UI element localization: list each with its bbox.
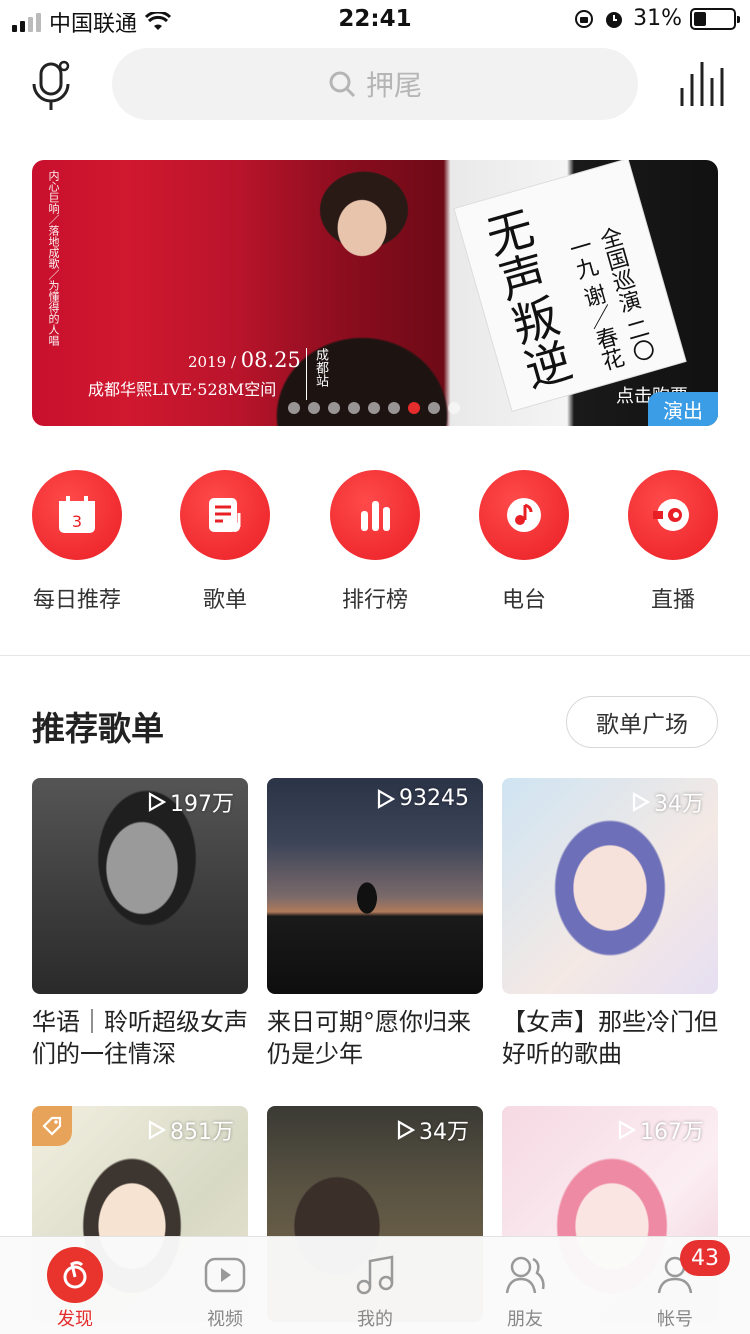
pagination-dot[interactable] <box>288 402 300 414</box>
top-header: 押尾 <box>0 44 750 124</box>
quick-label: 电台 <box>501 588 546 613</box>
search-input[interactable]: 押尾 <box>112 48 638 120</box>
section-title: 推荐歌单 <box>32 709 164 748</box>
quick-playlist[interactable]: 歌单 <box>160 470 290 614</box>
section-divider <box>0 655 750 656</box>
tag-icon <box>32 1106 72 1146</box>
battery-icon <box>690 7 740 30</box>
tab-mine[interactable]: 我的 <box>300 1237 450 1334</box>
search-icon <box>329 71 356 98</box>
tab-label: 朋友 <box>507 1309 543 1330</box>
pagination-dot[interactable] <box>408 402 420 414</box>
banner-venue: 成都华熙LIVE·528M空间 <box>88 380 277 399</box>
playlist-card[interactable]: 34万 【女声】那些冷门但好听的歌曲 <box>502 778 718 1070</box>
play-count: 851万 <box>148 1114 234 1146</box>
svg-text:3: 3 <box>72 512 82 531</box>
tab-discover[interactable]: 发现 <box>0 1237 150 1334</box>
banner-station: 成都站 <box>306 348 330 400</box>
tab-label: 视频 <box>207 1309 243 1330</box>
play-icon <box>397 1120 415 1140</box>
playlist-title: 【女声】那些冷门但好听的歌曲 <box>502 1008 718 1068</box>
quick-charts[interactable]: 排行榜 <box>310 470 440 614</box>
pagination-dot[interactable] <box>328 402 340 414</box>
pagination-dot[interactable] <box>308 402 320 414</box>
live-icon <box>628 470 718 560</box>
quick-label: 每日推荐 <box>32 588 121 613</box>
radio-icon <box>479 470 569 560</box>
play-icon <box>148 1120 166 1140</box>
playlist-title: 华语｜聆听超级女声们的一往情深 <box>32 1008 248 1068</box>
play-icon <box>148 792 166 812</box>
playlist-cover: 197万 <box>32 778 248 994</box>
playlist-cover: 93245 <box>267 778 483 994</box>
playlist-icon <box>180 470 270 560</box>
playlist-card[interactable]: 93245 来日可期°愿你归来仍是少年 <box>267 778 483 1070</box>
play-count: 34万 <box>632 786 704 818</box>
banner-slogan: 内心巨响／落地成歌／为懂得的人唱 <box>47 170 60 346</box>
poster-subtitle: 全国巡演 二〇一九 谢／春花 <box>563 224 657 374</box>
quick-daily-recommend[interactable]: 3 每日推荐 <box>12 470 142 614</box>
netease-logo-icon <box>47 1247 103 1303</box>
quick-radio[interactable]: 电台 <box>459 470 589 614</box>
pagination-dot[interactable] <box>388 402 400 414</box>
friends-icon <box>497 1247 553 1303</box>
microphone-icon[interactable] <box>30 58 76 112</box>
tab-label: 我的 <box>357 1309 393 1330</box>
tab-friends[interactable]: 朋友 <box>450 1237 600 1334</box>
play-count: 93245 <box>377 786 469 811</box>
play-count: 197万 <box>148 786 234 818</box>
calendar-icon: 3 <box>32 470 122 560</box>
tab-video[interactable]: 视频 <box>150 1237 300 1334</box>
pagination-dot[interactable] <box>448 402 460 414</box>
tab-label: 帐号 <box>657 1309 693 1330</box>
tab-label: 发现 <box>57 1309 93 1330</box>
music-note-icon <box>347 1247 403 1303</box>
notification-badge: 43 <box>680 1240 730 1276</box>
playlist-card[interactable]: 197万 华语｜聆听超级女声们的一往情深 <box>32 778 248 1070</box>
play-count: 34万 <box>397 1114 469 1146</box>
quick-label: 歌单 <box>202 588 247 613</box>
bottom-tab-bar: 发现 视频 我的 朋友 帐号 <box>0 1236 750 1334</box>
playlist-cover: 34万 <box>502 778 718 994</box>
battery-percent: 31% <box>633 6 682 31</box>
pagination-dot[interactable] <box>428 402 440 414</box>
audio-bars-icon[interactable] <box>678 60 724 108</box>
banner-tag: 演出 <box>648 392 718 426</box>
poster-title: 无声叛逆 <box>474 202 578 395</box>
quick-label: 排行榜 <box>341 588 408 613</box>
playlist-title: 来日可期°愿你归来仍是少年 <box>267 1008 471 1068</box>
play-count: 167万 <box>618 1114 704 1146</box>
quick-live[interactable]: 直播 <box>608 470 738 614</box>
play-icon <box>377 788 395 809</box>
playlist-square-button[interactable]: 歌单广场 <box>566 696 718 748</box>
quick-label: 直播 <box>650 588 695 613</box>
search-placeholder: 押尾 <box>365 69 422 102</box>
banner-poster: 无声叛逆 全国巡演 二〇一九 谢／春花 <box>454 160 686 411</box>
quick-entry-row: 3 每日推荐 歌单 排行榜 电台 直播 <box>0 470 750 620</box>
orientation-lock-icon <box>575 9 594 28</box>
video-play-icon <box>197 1247 253 1303</box>
pagination-dot[interactable] <box>348 402 360 414</box>
banner-artist-photo <box>252 166 482 426</box>
pagination-dot[interactable] <box>368 402 380 414</box>
chart-bars-icon <box>330 470 420 560</box>
promo-banner[interactable]: 内心巨响／落地成歌／为懂得的人唱 2019 / 08.25 成都华熙LIVE·5… <box>32 160 718 426</box>
play-icon <box>618 1120 636 1140</box>
play-icon <box>632 792 650 812</box>
alarm-icon <box>606 11 623 28</box>
banner-date: 2019 / 08.25 <box>188 348 301 372</box>
status-bar: 中国联通 22:41 31% <box>0 0 750 40</box>
banner-pagination[interactable] <box>288 402 460 414</box>
